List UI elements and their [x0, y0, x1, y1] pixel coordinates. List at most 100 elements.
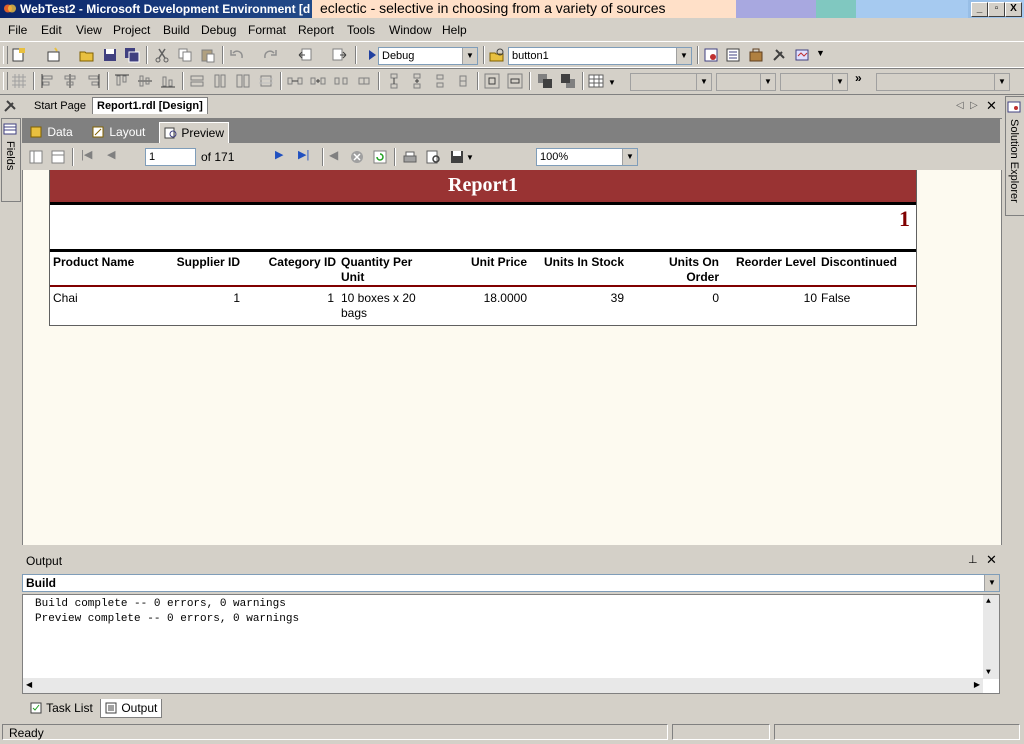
menu-file[interactable]: File	[8, 23, 27, 37]
make-same-height-icon[interactable]	[212, 73, 228, 89]
decrease-horizontal-spacing-icon[interactable]	[333, 73, 349, 89]
export-icon[interactable]	[449, 149, 465, 165]
toolbar-overflow-icon[interactable]: »	[855, 71, 862, 85]
scroll-tabs-right-icon[interactable]: ▷	[970, 100, 978, 111]
class-view-icon[interactable]	[794, 47, 810, 63]
scroll-left-icon[interactable]: ◀	[26, 680, 32, 690]
chevron-down-icon[interactable]: ▼	[696, 74, 711, 90]
menu-build[interactable]: Build	[163, 23, 190, 37]
previous-page-icon[interactable]: ◀	[107, 148, 115, 161]
copy-icon[interactable]	[177, 47, 193, 63]
toolbox-icon[interactable]	[2, 98, 18, 114]
center-horizontally-icon[interactable]	[484, 73, 500, 89]
refresh-icon[interactable]	[372, 149, 388, 165]
menu-tools[interactable]: Tools	[347, 23, 375, 37]
solution-config-combo[interactable]: Debug ▼	[378, 47, 478, 65]
last-page-icon[interactable]: ▶|	[298, 148, 309, 161]
add-item-icon[interactable]	[46, 47, 62, 63]
print-layout-icon[interactable]	[425, 149, 441, 165]
menu-view[interactable]: View	[76, 23, 102, 37]
solution-explorer-tab[interactable]: Solution Explorer	[1005, 96, 1024, 216]
align-to-grid-icon[interactable]	[11, 73, 27, 89]
report-preview-canvas[interactable]: Report1 1 Product Name Supplier ID Categ…	[22, 170, 1002, 545]
tab-layout[interactable]: Layout	[92, 122, 145, 142]
cut-icon[interactable]	[154, 47, 170, 63]
menu-project[interactable]: Project	[113, 23, 150, 37]
solution-explorer-icon[interactable]	[703, 47, 719, 63]
chevron-down-icon[interactable]: ▼	[466, 153, 474, 162]
menu-debug[interactable]: Debug	[201, 23, 236, 37]
horizontal-scrollbar[interactable]: ◀ ▶	[23, 678, 983, 693]
redo-icon[interactable]	[262, 47, 278, 63]
document-map-icon[interactable]	[28, 149, 44, 165]
align-rights-icon[interactable]	[85, 73, 101, 89]
tab-output[interactable]: Output	[100, 699, 163, 718]
decrease-vertical-spacing-icon[interactable]	[432, 73, 448, 89]
toolbar-grip[interactable]	[3, 46, 8, 64]
navigate-backward-icon[interactable]	[298, 47, 314, 63]
minimize-button[interactable]: _	[971, 2, 988, 17]
font-size-combo[interactable]: ▼	[716, 73, 776, 91]
tab-data[interactable]: Data	[30, 122, 73, 142]
next-page-icon[interactable]: ▶	[275, 148, 283, 161]
tab-preview[interactable]: Preview	[159, 122, 230, 143]
font-style-combo[interactable]: ▼	[780, 73, 848, 91]
tab-report1-design[interactable]: Report1.rdl [Design]	[92, 97, 208, 114]
stop-icon[interactable]	[349, 149, 365, 165]
chevron-down-icon[interactable]: ▼	[816, 48, 825, 58]
align-bottoms-icon[interactable]	[160, 73, 176, 89]
page-setup-icon[interactable]	[50, 149, 66, 165]
back-icon[interactable]: ◀	[329, 148, 338, 162]
menu-report[interactable]: Report	[298, 23, 334, 37]
fields-tab[interactable]: Fields	[1, 118, 21, 202]
increase-horizontal-spacing-icon[interactable]	[310, 73, 326, 89]
menu-help[interactable]: Help	[442, 23, 467, 37]
vertical-scrollbar[interactable]: ▲ ▼	[983, 595, 999, 679]
zoom-combo[interactable]: 100% ▼	[536, 148, 638, 166]
table-icon[interactable]	[588, 73, 604, 89]
chevron-down-icon[interactable]: ▼	[994, 74, 1009, 90]
chevron-down-icon[interactable]: ▼	[676, 48, 691, 64]
chevron-down-icon[interactable]: ▼	[622, 149, 637, 165]
align-centers-icon[interactable]	[62, 73, 78, 89]
make-same-size-icon[interactable]	[235, 73, 251, 89]
new-project-icon[interactable]	[11, 47, 27, 63]
scroll-down-icon[interactable]: ▼	[986, 668, 991, 677]
first-page-icon[interactable]: |◀	[81, 148, 92, 161]
align-tops-icon[interactable]	[114, 73, 130, 89]
remove-vertical-spacing-icon[interactable]	[455, 73, 471, 89]
navigate-forward-icon[interactable]	[331, 47, 347, 63]
scroll-up-icon[interactable]: ▲	[986, 597, 991, 606]
undo-icon[interactable]	[229, 47, 245, 63]
open-file-icon[interactable]	[79, 47, 95, 63]
properties-icon[interactable]	[725, 47, 741, 63]
tools-icon[interactable]	[771, 47, 787, 63]
send-to-back-icon[interactable]	[560, 73, 576, 89]
page-number-input[interactable]: 1	[145, 148, 196, 166]
find-combo[interactable]: button1 ▼	[508, 47, 692, 65]
menu-format[interactable]: Format	[248, 23, 286, 37]
chevron-down-icon[interactable]: ▼	[760, 74, 775, 90]
chevron-down-icon[interactable]: ▼	[832, 74, 847, 90]
horizontal-spacing-equal-icon[interactable]	[287, 73, 303, 89]
close-document-icon[interactable]: ✕	[986, 98, 997, 114]
align-middles-icon[interactable]	[137, 73, 153, 89]
chevron-down-icon[interactable]: ▼	[462, 48, 477, 64]
font-name-combo[interactable]: ▼	[630, 73, 712, 91]
align-lefts-icon[interactable]	[40, 73, 56, 89]
menu-edit[interactable]: Edit	[41, 23, 62, 37]
scroll-right-icon[interactable]: ▶	[974, 680, 980, 690]
print-icon[interactable]	[402, 149, 418, 165]
pin-icon[interactable]: ⊥	[968, 553, 978, 566]
increase-vertical-spacing-icon[interactable]	[409, 73, 425, 89]
tab-task-list[interactable]: Task List	[30, 699, 93, 717]
save-icon[interactable]	[102, 47, 118, 63]
menu-window[interactable]: Window	[389, 23, 432, 37]
restore-button[interactable]: ▫	[988, 2, 1005, 17]
chevron-down-icon[interactable]: ▼	[984, 575, 999, 591]
vertical-spacing-equal-icon[interactable]	[386, 73, 402, 89]
save-all-icon[interactable]	[124, 47, 140, 63]
make-same-width-icon[interactable]	[189, 73, 205, 89]
close-panel-icon[interactable]: ✕	[986, 552, 997, 568]
size-to-grid-icon[interactable]	[258, 73, 274, 89]
